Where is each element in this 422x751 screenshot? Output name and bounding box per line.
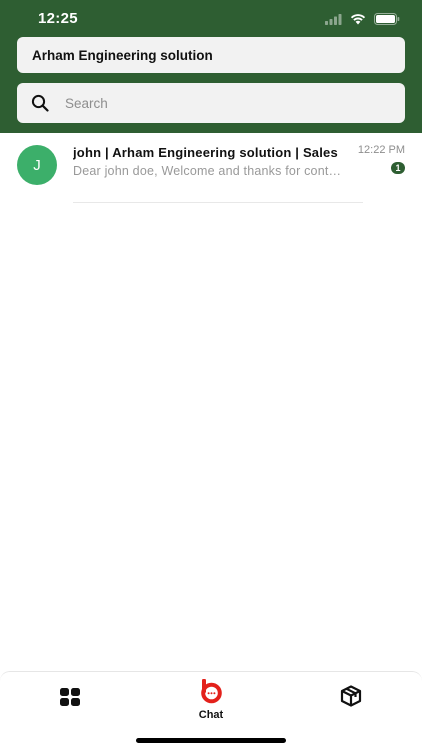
company-name: Arham Engineering solution bbox=[32, 47, 213, 63]
battery-icon bbox=[374, 13, 400, 25]
app-header: 12:25 Arham Engineering solution bbox=[0, 0, 422, 133]
search-input[interactable] bbox=[65, 83, 385, 123]
avatar-letter: J bbox=[33, 156, 41, 174]
grid-icon bbox=[60, 688, 80, 706]
cellular-signal-icon bbox=[325, 13, 342, 25]
nav-chat-label: Chat bbox=[198, 709, 224, 721]
chat-list-item[interactable]: J john | Arham Engineering solution | Sa… bbox=[0, 133, 422, 203]
divider bbox=[73, 202, 363, 203]
avatar: J bbox=[17, 145, 57, 185]
chat-logo-icon bbox=[201, 679, 222, 704]
box-icon bbox=[340, 685, 362, 707]
chat-title: john | Arham Engineering solution | Sale… bbox=[73, 145, 338, 160]
wifi-icon bbox=[350, 14, 366, 25]
status-icons bbox=[325, 12, 400, 26]
unread-badge: 1 bbox=[391, 162, 405, 174]
search-icon bbox=[31, 94, 49, 112]
home-indicator bbox=[136, 738, 286, 743]
search-bar[interactable] bbox=[17, 83, 405, 123]
nav-item-chat[interactable]: Chat bbox=[188, 678, 234, 722]
chat-preview: Dear john doe, Welcome and thanks for co… bbox=[73, 164, 345, 178]
company-name-box[interactable]: Arham Engineering solution bbox=[17, 37, 405, 73]
chat-timestamp: 12:22 PM bbox=[357, 144, 405, 156]
status-bar: 12:25 bbox=[0, 0, 422, 38]
status-time: 12:25 bbox=[38, 10, 78, 27]
nav-item-products[interactable] bbox=[339, 684, 363, 708]
nav-item-apps[interactable] bbox=[58, 685, 82, 709]
